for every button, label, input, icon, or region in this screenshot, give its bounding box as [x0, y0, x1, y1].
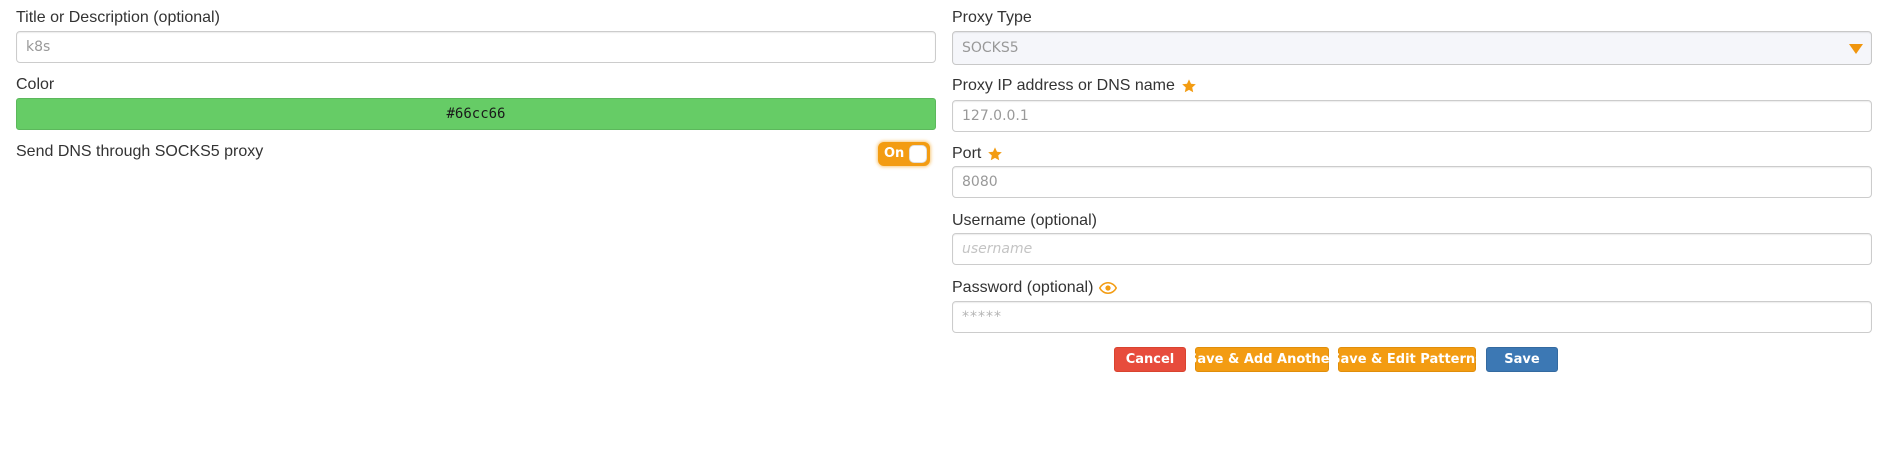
color-label: Color	[16, 75, 54, 95]
save-edit-patterns-label: Save & Edit Patterns	[1331, 352, 1483, 367]
password-input[interactable]: *****	[952, 301, 1872, 333]
caret-down-icon	[1849, 44, 1863, 54]
star-icon	[988, 147, 1003, 161]
dns-toggle-label: On	[884, 146, 905, 161]
proxy-ip-label: Proxy IP address or DNS name	[952, 76, 1197, 96]
save-add-another-label: Save & Add Another	[1188, 352, 1336, 367]
username-input[interactable]: username	[952, 233, 1872, 265]
color-picker[interactable]: #66cc66	[16, 98, 936, 130]
username-label: Username (optional)	[952, 211, 1097, 231]
title-label: Title or Description (optional)	[16, 8, 220, 28]
proxy-type-value: SOCKS5	[962, 40, 1019, 56]
proxy-type-select[interactable]: SOCKS5	[952, 31, 1872, 65]
title-input-value: k8s	[26, 39, 51, 55]
dns-label-text: Send DNS through SOCKS5 proxy	[16, 143, 264, 160]
save-button[interactable]: Save	[1486, 347, 1558, 372]
dns-toggle[interactable]: On	[878, 142, 930, 166]
port-label-text: Port	[952, 145, 982, 162]
eye-icon[interactable]	[1099, 281, 1118, 295]
proxy-ip-label-text: Proxy IP address or DNS name	[952, 77, 1175, 94]
save-edit-patterns-button[interactable]: Save & Edit Patterns	[1331, 347, 1483, 372]
cancel-button-label: Cancel	[1125, 352, 1175, 367]
username-label-text: Username (optional)	[952, 212, 1097, 229]
title-label-text: Title or Description (optional)	[16, 9, 220, 26]
proxy-ip-input[interactable]: 127.0.0.1	[952, 100, 1872, 132]
port-label: Port	[952, 144, 1003, 164]
port-input[interactable]: 8080	[952, 166, 1872, 198]
password-label: Password (optional)	[952, 278, 1118, 298]
star-icon	[1182, 79, 1196, 93]
username-placeholder: username	[962, 241, 1033, 257]
port-value: 8080	[962, 174, 998, 190]
cancel-button[interactable]: Cancel	[1114, 347, 1186, 372]
color-label-text: Color	[16, 76, 55, 93]
proxy-type-label-text: Proxy Type	[952, 9, 1032, 26]
dns-label: Send DNS through SOCKS5 proxy	[16, 142, 263, 162]
save-button-label: Save	[1504, 352, 1540, 367]
title-input[interactable]: k8s	[16, 31, 936, 63]
proxy-type-label: Proxy Type	[952, 8, 1032, 28]
save-add-another-button[interactable]: Save & Add Another	[1188, 347, 1336, 372]
proxy-ip-value: 127.0.0.1	[962, 108, 1029, 124]
password-label-text: Password (optional)	[952, 279, 1094, 296]
color-value: #66cc66	[446, 106, 506, 122]
toggle-knob	[909, 145, 927, 163]
password-value: *****	[962, 309, 1002, 325]
